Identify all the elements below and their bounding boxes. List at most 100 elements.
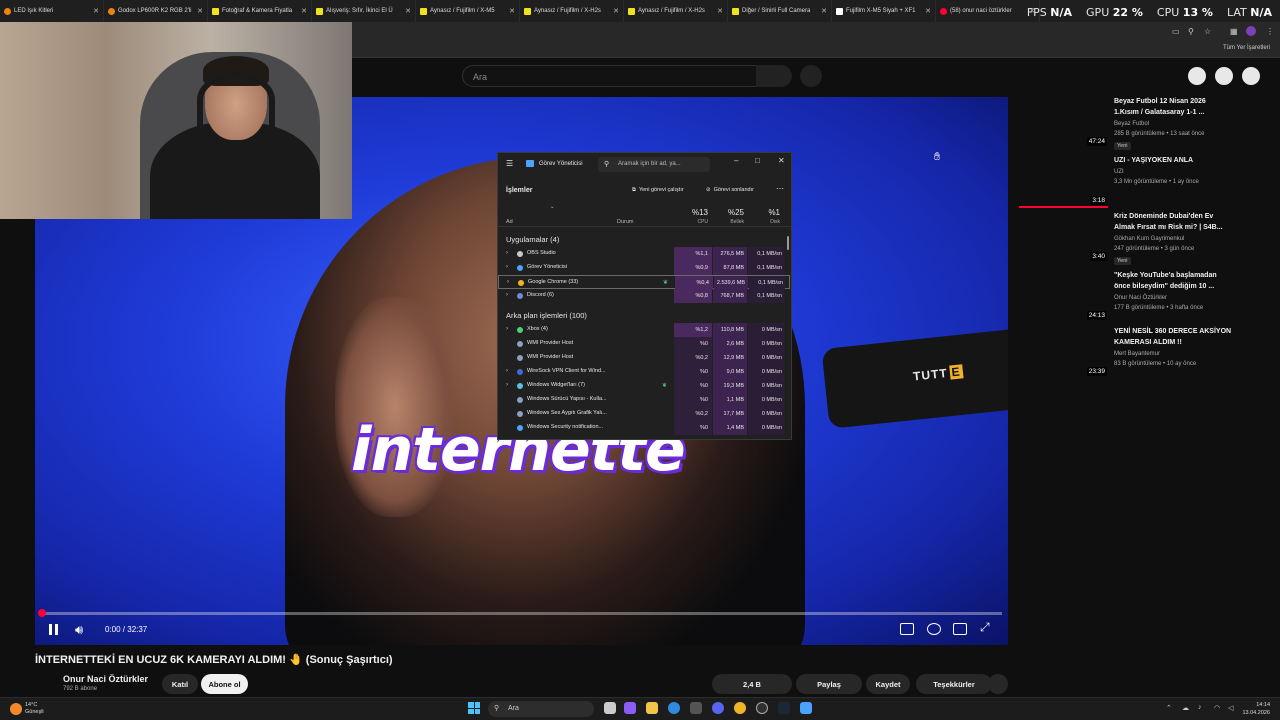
menu-icon[interactable]: ⋮ xyxy=(1266,27,1274,36)
fullscreen-icon[interactable]: ⤢ xyxy=(980,620,990,635)
browser-tab[interactable]: Diğer / Sinirli Full Camera ✕ xyxy=(728,0,832,22)
tray-app-icon[interactable]: ☁ xyxy=(1182,704,1189,712)
recommended-title[interactable]: Kriz Döneminde Dubai'den Ev Almak Fırsat… xyxy=(1114,212,1232,233)
browser-tab[interactable]: (58) onur naci öztürkler ✕ xyxy=(936,0,1040,22)
notifications-icon[interactable] xyxy=(1215,67,1233,85)
process-row[interactable]: › OBS Studio %1,1 276,5 MB 0,1 MB/sn xyxy=(498,247,790,261)
obs-icon[interactable] xyxy=(756,702,768,714)
col-name[interactable]: Ad xyxy=(506,219,513,225)
mem-total[interactable]: %25 xyxy=(712,208,744,217)
more-actions-button[interactable] xyxy=(988,674,1008,694)
browser-tab[interactable]: Godox LP600R K2 RGB 2'li ✕ xyxy=(104,0,208,22)
maximize-icon[interactable]: □ xyxy=(755,156,760,165)
browser-tab[interactable]: Alışveriş: Sıfır, İkinci El Ü ✕ xyxy=(312,0,416,22)
edge-icon[interactable] xyxy=(668,702,680,714)
account-avatar[interactable] xyxy=(1242,67,1260,85)
expand-chevron-icon[interactable]: › xyxy=(506,264,508,270)
expand-chevron-icon[interactable]: › xyxy=(506,250,508,256)
cpu-total[interactable]: %13 xyxy=(676,208,708,217)
tab-close-icon[interactable]: ✕ xyxy=(93,7,99,15)
browser-tab[interactable]: Aynasız / Fujifilm / X-H2s ✕ xyxy=(624,0,728,22)
process-row[interactable]: › Windows Widget'ları (7) ❦ %0 19,3 MB 0 MB/s… xyxy=(498,379,790,393)
like-button[interactable]: 2,4 B xyxy=(712,674,792,694)
progress-scrubber[interactable] xyxy=(38,609,46,617)
expand-chevron-icon[interactable]: › xyxy=(507,279,509,285)
tab-close-icon[interactable]: ✕ xyxy=(509,7,515,15)
task-manager-search[interactable]: ⚲ Aramak için bir ad, ya... xyxy=(598,157,710,172)
star-icon[interactable]: ☆ xyxy=(1204,27,1211,36)
browser-tab[interactable]: Fotoğraf & Kamera Fiyatla ✕ xyxy=(208,0,312,22)
tab-close-icon[interactable]: ✕ xyxy=(197,7,203,15)
process-row[interactable]: WMI Provider Host %0 2,6 MB 0 MB/sn xyxy=(498,337,790,351)
profile-avatar[interactable] xyxy=(1246,26,1256,36)
process-row[interactable]: › WireSock VPN Client for Wind... %0 9,0 MB… xyxy=(498,365,790,379)
miniplayer-icon[interactable] xyxy=(953,623,967,635)
tray-mic-icon[interactable]: ♪ xyxy=(1198,704,1202,711)
run-task-button[interactable]: ⧉ Yeni görevi çalıştır xyxy=(632,187,684,194)
zoom-icon[interactable]: ⚲ xyxy=(1188,27,1194,36)
save-button[interactable]: Kaydet xyxy=(866,674,910,694)
expand-chevron-icon[interactable]: › xyxy=(506,326,508,332)
end-task-button[interactable]: ⊘ Görevi sonlandır xyxy=(706,187,754,193)
cast-icon[interactable]: ▭ xyxy=(1172,27,1180,36)
process-row[interactable]: Windows Security notification... %0 1,4 MB… xyxy=(498,421,790,435)
close-icon[interactable]: ✕ xyxy=(778,156,785,165)
copilot-icon[interactable] xyxy=(624,702,636,714)
file-explorer-icon[interactable] xyxy=(646,702,658,714)
channel-name[interactable]: Onur Naci Öztürkler xyxy=(63,674,148,684)
recommended-title[interactable]: "Keşke YouTube'a başlamadan önce bilseyd… xyxy=(1114,271,1232,292)
recommended-channel[interactable]: Mert Bayantemur xyxy=(1114,351,1160,357)
subtitles-icon[interactable] xyxy=(900,623,914,635)
join-button[interactable]: Katıl xyxy=(162,674,198,694)
tray-chevron-icon[interactable]: ⌃ xyxy=(1166,704,1172,712)
clock[interactable]: 14:14 13.04.2026 xyxy=(1242,701,1270,717)
task-manager-scrollbar[interactable] xyxy=(787,236,789,250)
chrome-icon[interactable] xyxy=(734,702,746,714)
recommended-title[interactable]: YENİ NESİL 360 DERECE AKSİYON KAMERASI A… xyxy=(1114,327,1232,348)
browser-tab[interactable]: Fujifilm X-M5 Siyah + XF1 ✕ xyxy=(832,0,936,22)
tab-close-icon[interactable]: ✕ xyxy=(613,7,619,15)
store-icon[interactable] xyxy=(690,702,702,714)
subscribe-button[interactable]: Abone ol xyxy=(201,674,248,694)
create-icon[interactable] xyxy=(1188,67,1206,85)
sort-chevron-icon[interactable]: ⌄ xyxy=(550,204,555,210)
process-row[interactable]: › Xbox (4) %1,2 110,8 MB 0 MB/sn xyxy=(498,323,790,337)
speaker-icon[interactable]: ◁ xyxy=(1228,704,1233,712)
recommended-video[interactable]: 24:13 "Keşke YouTube'a başlamadan önce bi… xyxy=(1019,271,1259,331)
voice-search-button[interactable] xyxy=(800,65,822,87)
taskbar-search[interactable]: ⚲ Ara xyxy=(488,701,594,717)
tab-close-icon[interactable]: ✕ xyxy=(821,7,827,15)
windows-start-icon[interactable] xyxy=(468,702,480,714)
process-row[interactable]: Windows Sürücü Yapısı - Kulla... %0 1,1 MB… xyxy=(498,393,790,407)
tab-close-icon[interactable]: ✕ xyxy=(925,7,931,15)
expand-chevron-icon[interactable]: › xyxy=(506,382,508,388)
process-row[interactable]: WMI Provider Host %0,2 12,9 MB 0 MB/sn xyxy=(498,351,790,365)
video-progress-bar[interactable] xyxy=(41,612,1002,615)
discord-icon[interactable] xyxy=(712,702,724,714)
share-button[interactable]: Paylaş xyxy=(796,674,862,694)
tab-close-icon[interactable]: ✕ xyxy=(717,7,723,15)
volume-icon[interactable]: 🔊︎ xyxy=(75,622,83,638)
browser-tab[interactable]: LED Işık Kitleri ✕ xyxy=(0,0,104,22)
thanks-button[interactable]: Teşekkürler xyxy=(916,674,992,694)
recommended-channel[interactable]: UZI xyxy=(1114,169,1124,175)
task-view-icon[interactable] xyxy=(604,702,616,714)
col-status[interactable]: Durum xyxy=(617,219,634,225)
tab-close-icon[interactable]: ✕ xyxy=(405,7,411,15)
recommended-title[interactable]: Beyaz Futbol 12 Nisan 2026 1.Kısım / Gal… xyxy=(1114,97,1232,118)
yt-search-button[interactable] xyxy=(756,65,792,87)
hamburger-icon[interactable]: ☰ xyxy=(506,159,513,168)
browser-tab[interactable]: Aynasız / Fujifilm / X-H2s ✕ xyxy=(520,0,624,22)
recommended-channel[interactable]: Onur Naci Öztürkler xyxy=(1114,295,1167,301)
recommended-video[interactable]: 47:24 Beyaz Futbol 12 Nisan 2026 1.Kısım … xyxy=(1019,97,1259,157)
recommended-title[interactable]: UZI - YAŞIYOKEN ANLA xyxy=(1114,156,1232,167)
expand-chevron-icon[interactable]: › xyxy=(506,292,508,298)
recommended-channel[interactable]: Gökhan Kum Gayrimenkul xyxy=(1114,236,1184,242)
all-bookmarks-link[interactable]: Tüm Yer İşaretleri xyxy=(1223,45,1270,51)
minimize-icon[interactable]: – xyxy=(734,156,738,165)
wifi-icon[interactable]: ◠ xyxy=(1214,704,1220,712)
task-manager-window[interactable]: ☰ Görev Yöneticisi ⚲ Aramak için bir ad,… xyxy=(497,152,792,440)
disk-total[interactable]: %1 xyxy=(748,208,780,217)
settings-gear-icon[interactable] xyxy=(927,623,941,635)
process-row[interactable]: › Google Chrome (33) ❦ %0,4 2.539,6 MB 0,1 MB… xyxy=(498,275,790,290)
